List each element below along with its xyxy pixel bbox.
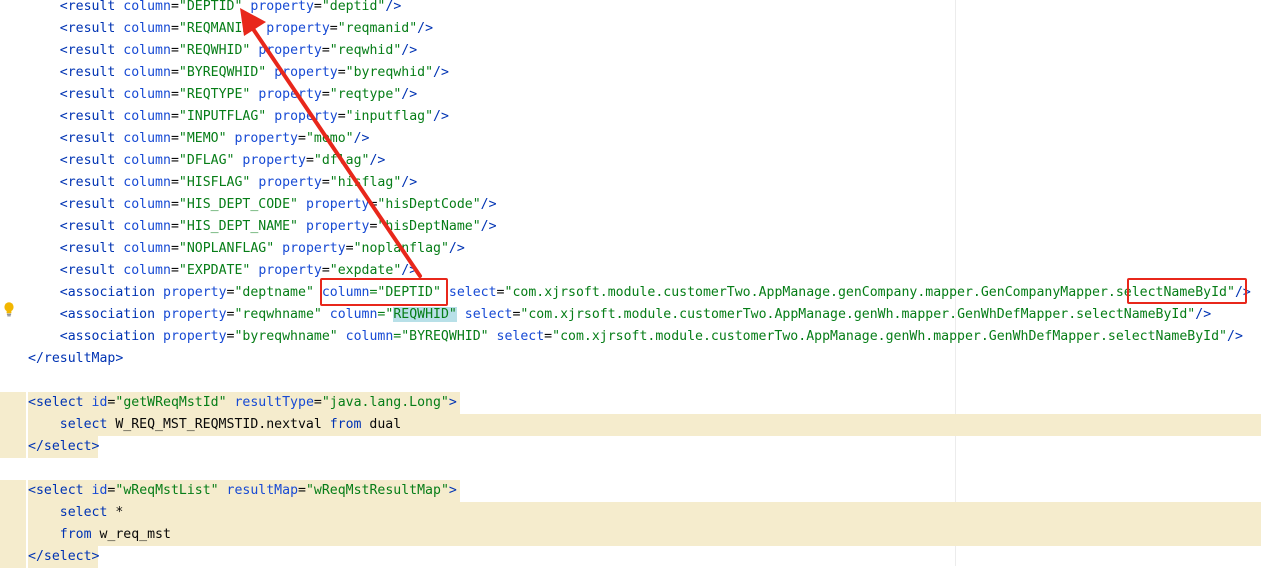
- code-editor[interactable]: <result column="DEPTID" property="deptid…: [0, 0, 1261, 568]
- annotation-arrow: [240, 8, 422, 278]
